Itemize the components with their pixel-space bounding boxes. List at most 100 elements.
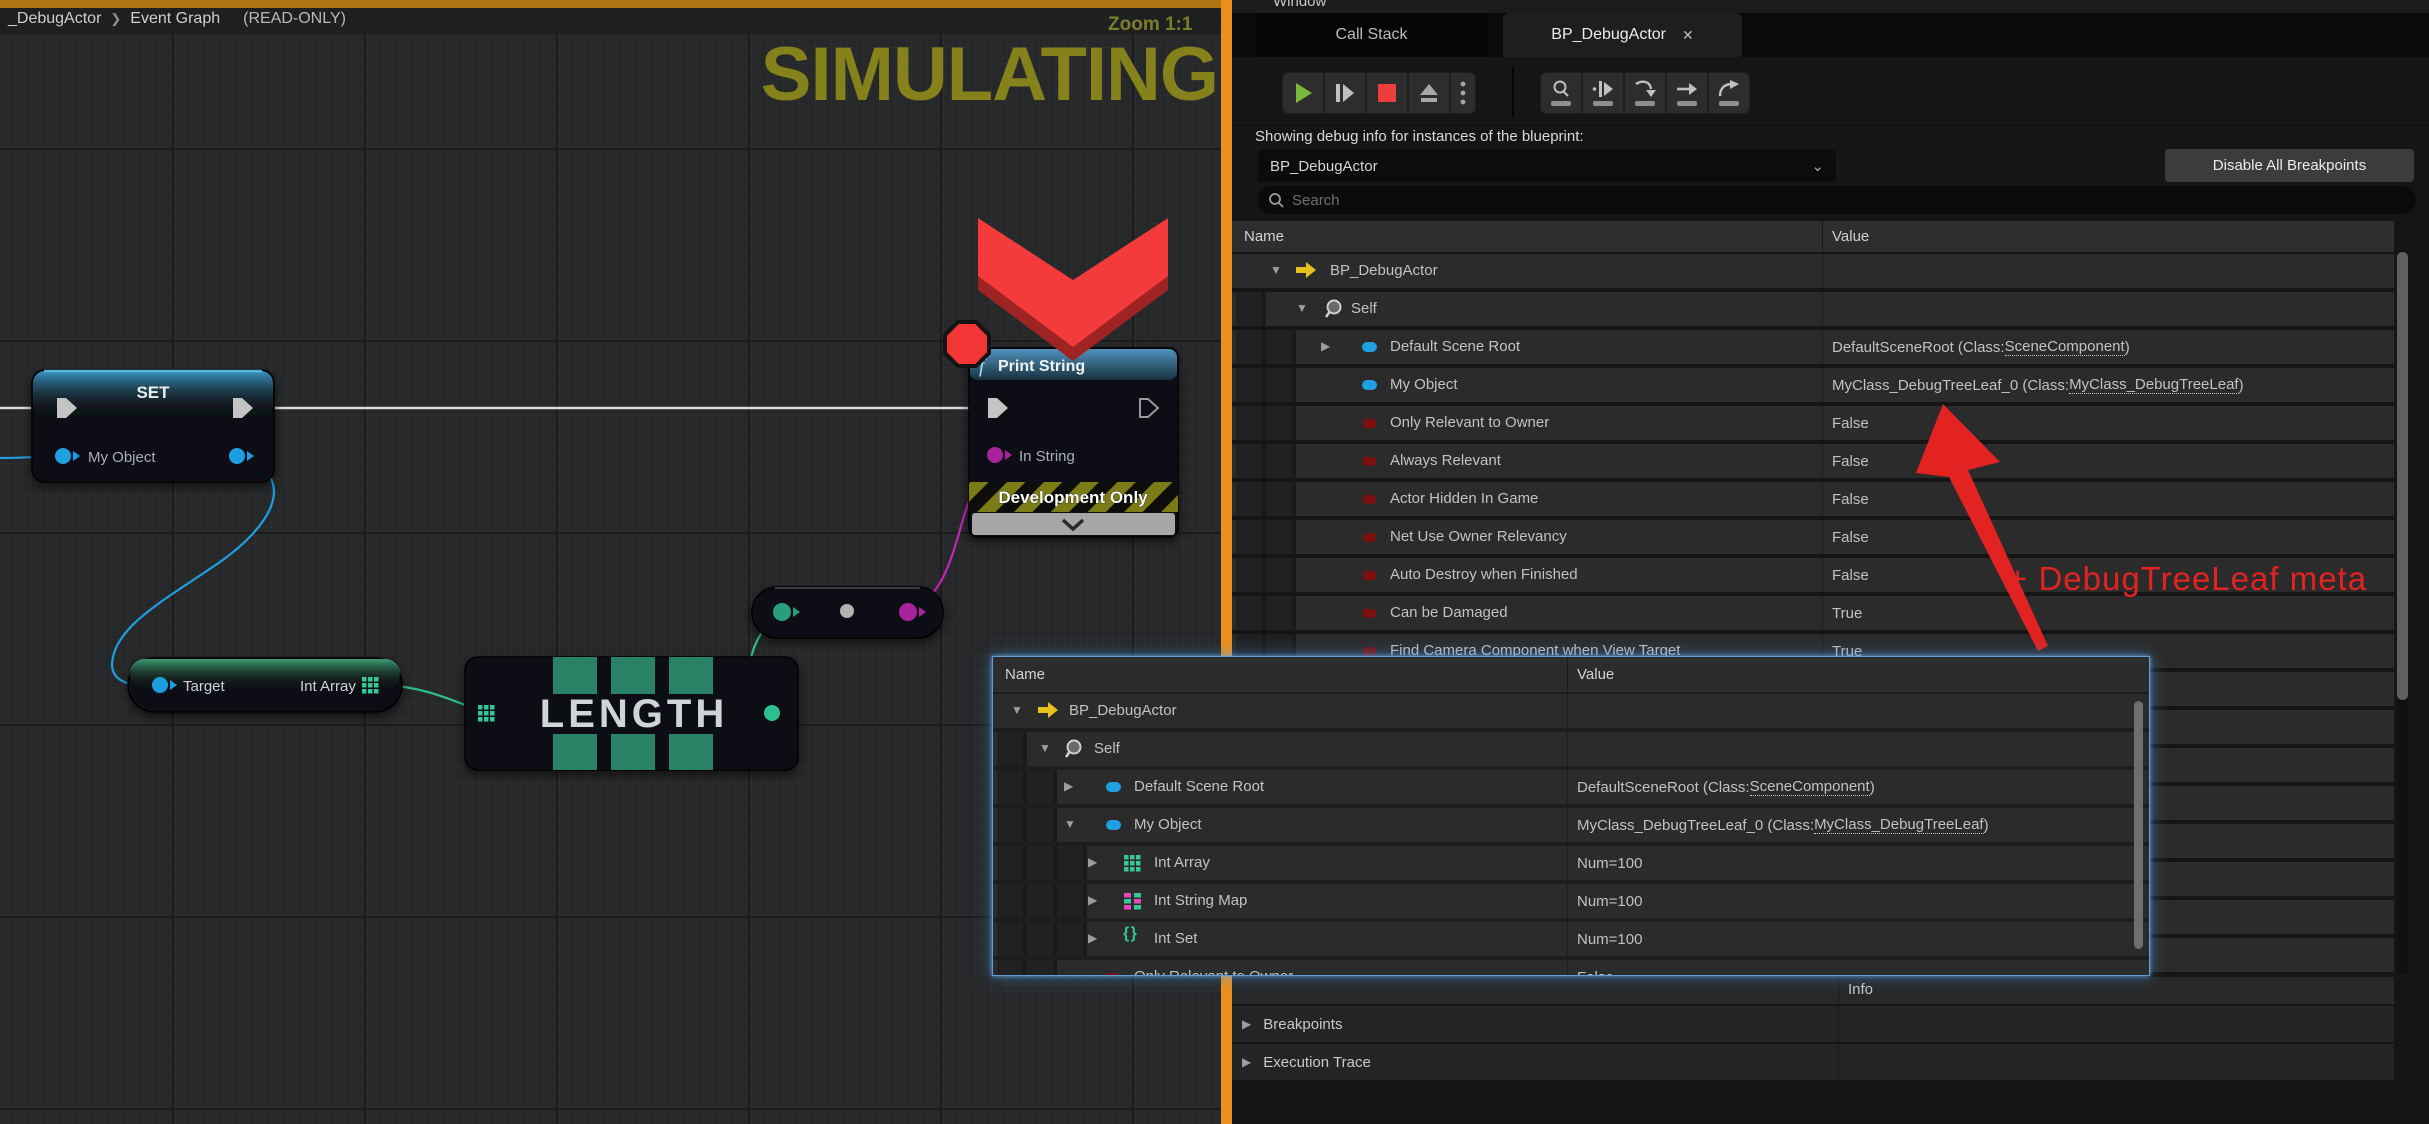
expander-icon[interactable]: ▼ xyxy=(1064,817,1076,831)
tree-item-label: BP_DebugActor xyxy=(1069,702,1177,719)
expander-icon[interactable]: ▼ xyxy=(1011,703,1023,717)
tree-row-only-relevant-to-owner[interactable]: Only Relevant to Owner False xyxy=(1232,406,2394,440)
conversion-dot xyxy=(840,604,854,618)
popup-column-value[interactable]: Value xyxy=(1577,666,1614,683)
expander-icon[interactable]: ▶ xyxy=(1088,931,1097,945)
popup-row-int-array[interactable]: ▶ Int Array Num=100 xyxy=(993,846,2149,880)
tab-bp-debugactor-label: BP_DebugActor xyxy=(1551,26,1666,44)
expander-icon[interactable]: ▶ xyxy=(1088,855,1097,869)
expander-icon[interactable]: ▼ xyxy=(1270,263,1282,277)
scrollbar-thumb[interactable] xyxy=(2397,252,2408,700)
tree-item-label: Default Scene Root xyxy=(1134,778,1264,795)
popup-row-default-scene-root[interactable]: ▶ Default Scene Root DefaultSceneRoot (C… xyxy=(993,770,2149,804)
node-expand-button[interactable] xyxy=(972,513,1175,535)
length-array-in-pin[interactable] xyxy=(478,705,495,722)
tree-item-label: Int Set xyxy=(1154,930,1197,947)
popup-column-name[interactable]: Name xyxy=(993,666,1045,683)
expander-icon[interactable]: ▶ xyxy=(1321,339,1330,353)
column-value[interactable]: Value xyxy=(1832,228,1869,245)
tab-call-stack[interactable]: Call Stack xyxy=(1255,13,1488,57)
class-link[interactable]: SceneComponent xyxy=(2005,338,2125,356)
my-object-in-pin[interactable] xyxy=(55,448,71,464)
tree-row-my-object[interactable]: My Object MyClass_DebugTreeLeaf_0 (Class… xyxy=(1232,368,2394,402)
popup-scrollbar-thumb[interactable] xyxy=(2134,701,2143,949)
tree-row-can-be-damaged[interactable]: Can be Damaged True xyxy=(1232,596,2394,630)
eject-button[interactable] xyxy=(1409,73,1449,113)
resume-button[interactable] xyxy=(1283,73,1323,113)
int-array-getter-node[interactable]: Target Int Array xyxy=(128,658,402,712)
self-icon xyxy=(1324,299,1344,319)
class-link[interactable]: SceneComponent xyxy=(1750,778,1870,796)
bool-pin-icon xyxy=(1363,533,1376,542)
value-text: Num=100 xyxy=(1577,931,1642,948)
tree-item-label: Int String Map xyxy=(1154,892,1247,909)
step-into-button[interactable] xyxy=(1583,73,1623,113)
length-node[interactable]: LENGTH xyxy=(465,650,798,778)
search-input[interactable]: Search xyxy=(1258,186,2416,214)
blueprint-instance-dropdown[interactable]: BP_DebugActor ⌄ xyxy=(1258,150,1836,182)
class-link[interactable]: MyClass_DebugTreeLeaf xyxy=(1814,816,1984,834)
class-link[interactable]: MyClass_DebugTreeLeaf xyxy=(2069,376,2239,394)
disable-all-breakpoints-button[interactable]: Disable All Breakpoints xyxy=(2165,149,2414,182)
tree-row-always-relevant[interactable]: Always Relevant False xyxy=(1232,444,2394,478)
tree-row-actor-hidden-in-game[interactable]: Actor Hidden In Game False xyxy=(1232,482,2394,516)
expander-icon[interactable]: ▼ xyxy=(1039,741,1051,755)
column-name[interactable]: Name xyxy=(1232,228,1284,245)
popup-row-bp-debugactor[interactable]: ▼ BP_DebugActor xyxy=(993,694,2149,728)
breadcrumb-graph[interactable]: Event Graph xyxy=(130,10,220,28)
stop-button[interactable] xyxy=(1367,73,1407,113)
popup-row-only-relevant-partial[interactable]: Only Relevant to Owner False xyxy=(993,960,2149,976)
debug-options-button[interactable] xyxy=(1451,73,1475,113)
breakpoint-icon[interactable] xyxy=(945,322,989,366)
annotation-text: + DebugTreeLeaf meta xyxy=(2008,560,2367,598)
popup-row-my-object[interactable]: ▼ My Object MyClass_DebugTreeLeaf_0 (Cla… xyxy=(993,808,2149,842)
disable-all-breakpoints-label: Disable All Breakpoints xyxy=(2213,157,2366,174)
value-suffix: ) xyxy=(2239,377,2244,394)
tree-item-label: Int Array xyxy=(1154,854,1210,871)
step-out-button[interactable] xyxy=(1709,73,1749,113)
kebab-menu-icon xyxy=(1460,81,1466,105)
tree-item-label: Self xyxy=(1351,300,1377,317)
frame-skip-button[interactable] xyxy=(1325,73,1365,113)
target-pin[interactable] xyxy=(152,677,168,693)
column-info[interactable]: Info xyxy=(1848,981,1873,998)
expander-icon[interactable]: ▼ xyxy=(1296,301,1308,315)
tree-row-default-scene-root[interactable]: ▶ Default Scene Root DefaultSceneRoot (C… xyxy=(1232,330,2394,364)
bool-pin-icon xyxy=(1106,973,1119,976)
in-string-pin[interactable] xyxy=(987,447,1003,463)
set-node[interactable]: SET My Object xyxy=(32,370,274,482)
bool-pin-icon xyxy=(1363,495,1376,504)
menu-window[interactable]: Window xyxy=(1273,0,1326,10)
int-array-output-pin[interactable] xyxy=(362,677,379,694)
popup-table-header: Name Value xyxy=(993,657,2149,692)
print-string-node[interactable]: f Print String In String Development Onl… xyxy=(969,348,1178,537)
popup-row-self[interactable]: ▼ Self xyxy=(993,732,2149,766)
length-node-title: LENGTH xyxy=(540,692,728,736)
value-text: True xyxy=(1832,605,1862,622)
expander-icon[interactable]: ▶ xyxy=(1088,893,1097,907)
popup-row-int-string-map[interactable]: ▶ Int String Map Num=100 xyxy=(993,884,2149,918)
tree-row-self[interactable]: ▼ Self xyxy=(1232,292,2394,326)
array-pin-icon xyxy=(1124,855,1141,872)
length-int-out-pin[interactable] xyxy=(764,705,780,721)
conversion-in-pin[interactable] xyxy=(773,603,791,621)
to-string-conversion-node[interactable] xyxy=(752,587,943,638)
find-node-button[interactable] xyxy=(1541,73,1581,113)
breadcrumb-separator-icon: ❯ xyxy=(110,11,121,27)
tree-row-net-use-owner-relevancy[interactable]: Net Use Owner Relevancy False xyxy=(1232,520,2394,554)
step-button[interactable] xyxy=(1667,73,1707,113)
step-over-button[interactable] xyxy=(1625,73,1665,113)
tab-bp-debugactor[interactable]: BP_DebugActor ✕ xyxy=(1503,13,1742,57)
my-object-out-pin[interactable] xyxy=(229,448,245,464)
tree-row-execution-trace[interactable]: ▶ Execution Trace xyxy=(1232,1044,2394,1080)
tab-close-icon[interactable]: ✕ xyxy=(1682,27,1694,44)
popup-row-int-set[interactable]: ▶ { } Int Set Num=100 xyxy=(993,922,2149,956)
expander-icon[interactable]: ▶ xyxy=(1064,779,1073,793)
breadcrumb-blueprint[interactable]: _DebugActor xyxy=(8,10,101,28)
value-suffix: ) xyxy=(1984,817,1989,834)
tree-row-bp-debugactor[interactable]: ▼ BP_DebugActor xyxy=(1232,254,2394,288)
chevron-down-icon: ⌄ xyxy=(1811,157,1824,175)
tree-row-breakpoints[interactable]: ▶ Breakpoints xyxy=(1232,1006,2394,1042)
conversion-out-pin[interactable] xyxy=(899,603,917,621)
lower-table-header: Info xyxy=(1232,977,2394,1004)
